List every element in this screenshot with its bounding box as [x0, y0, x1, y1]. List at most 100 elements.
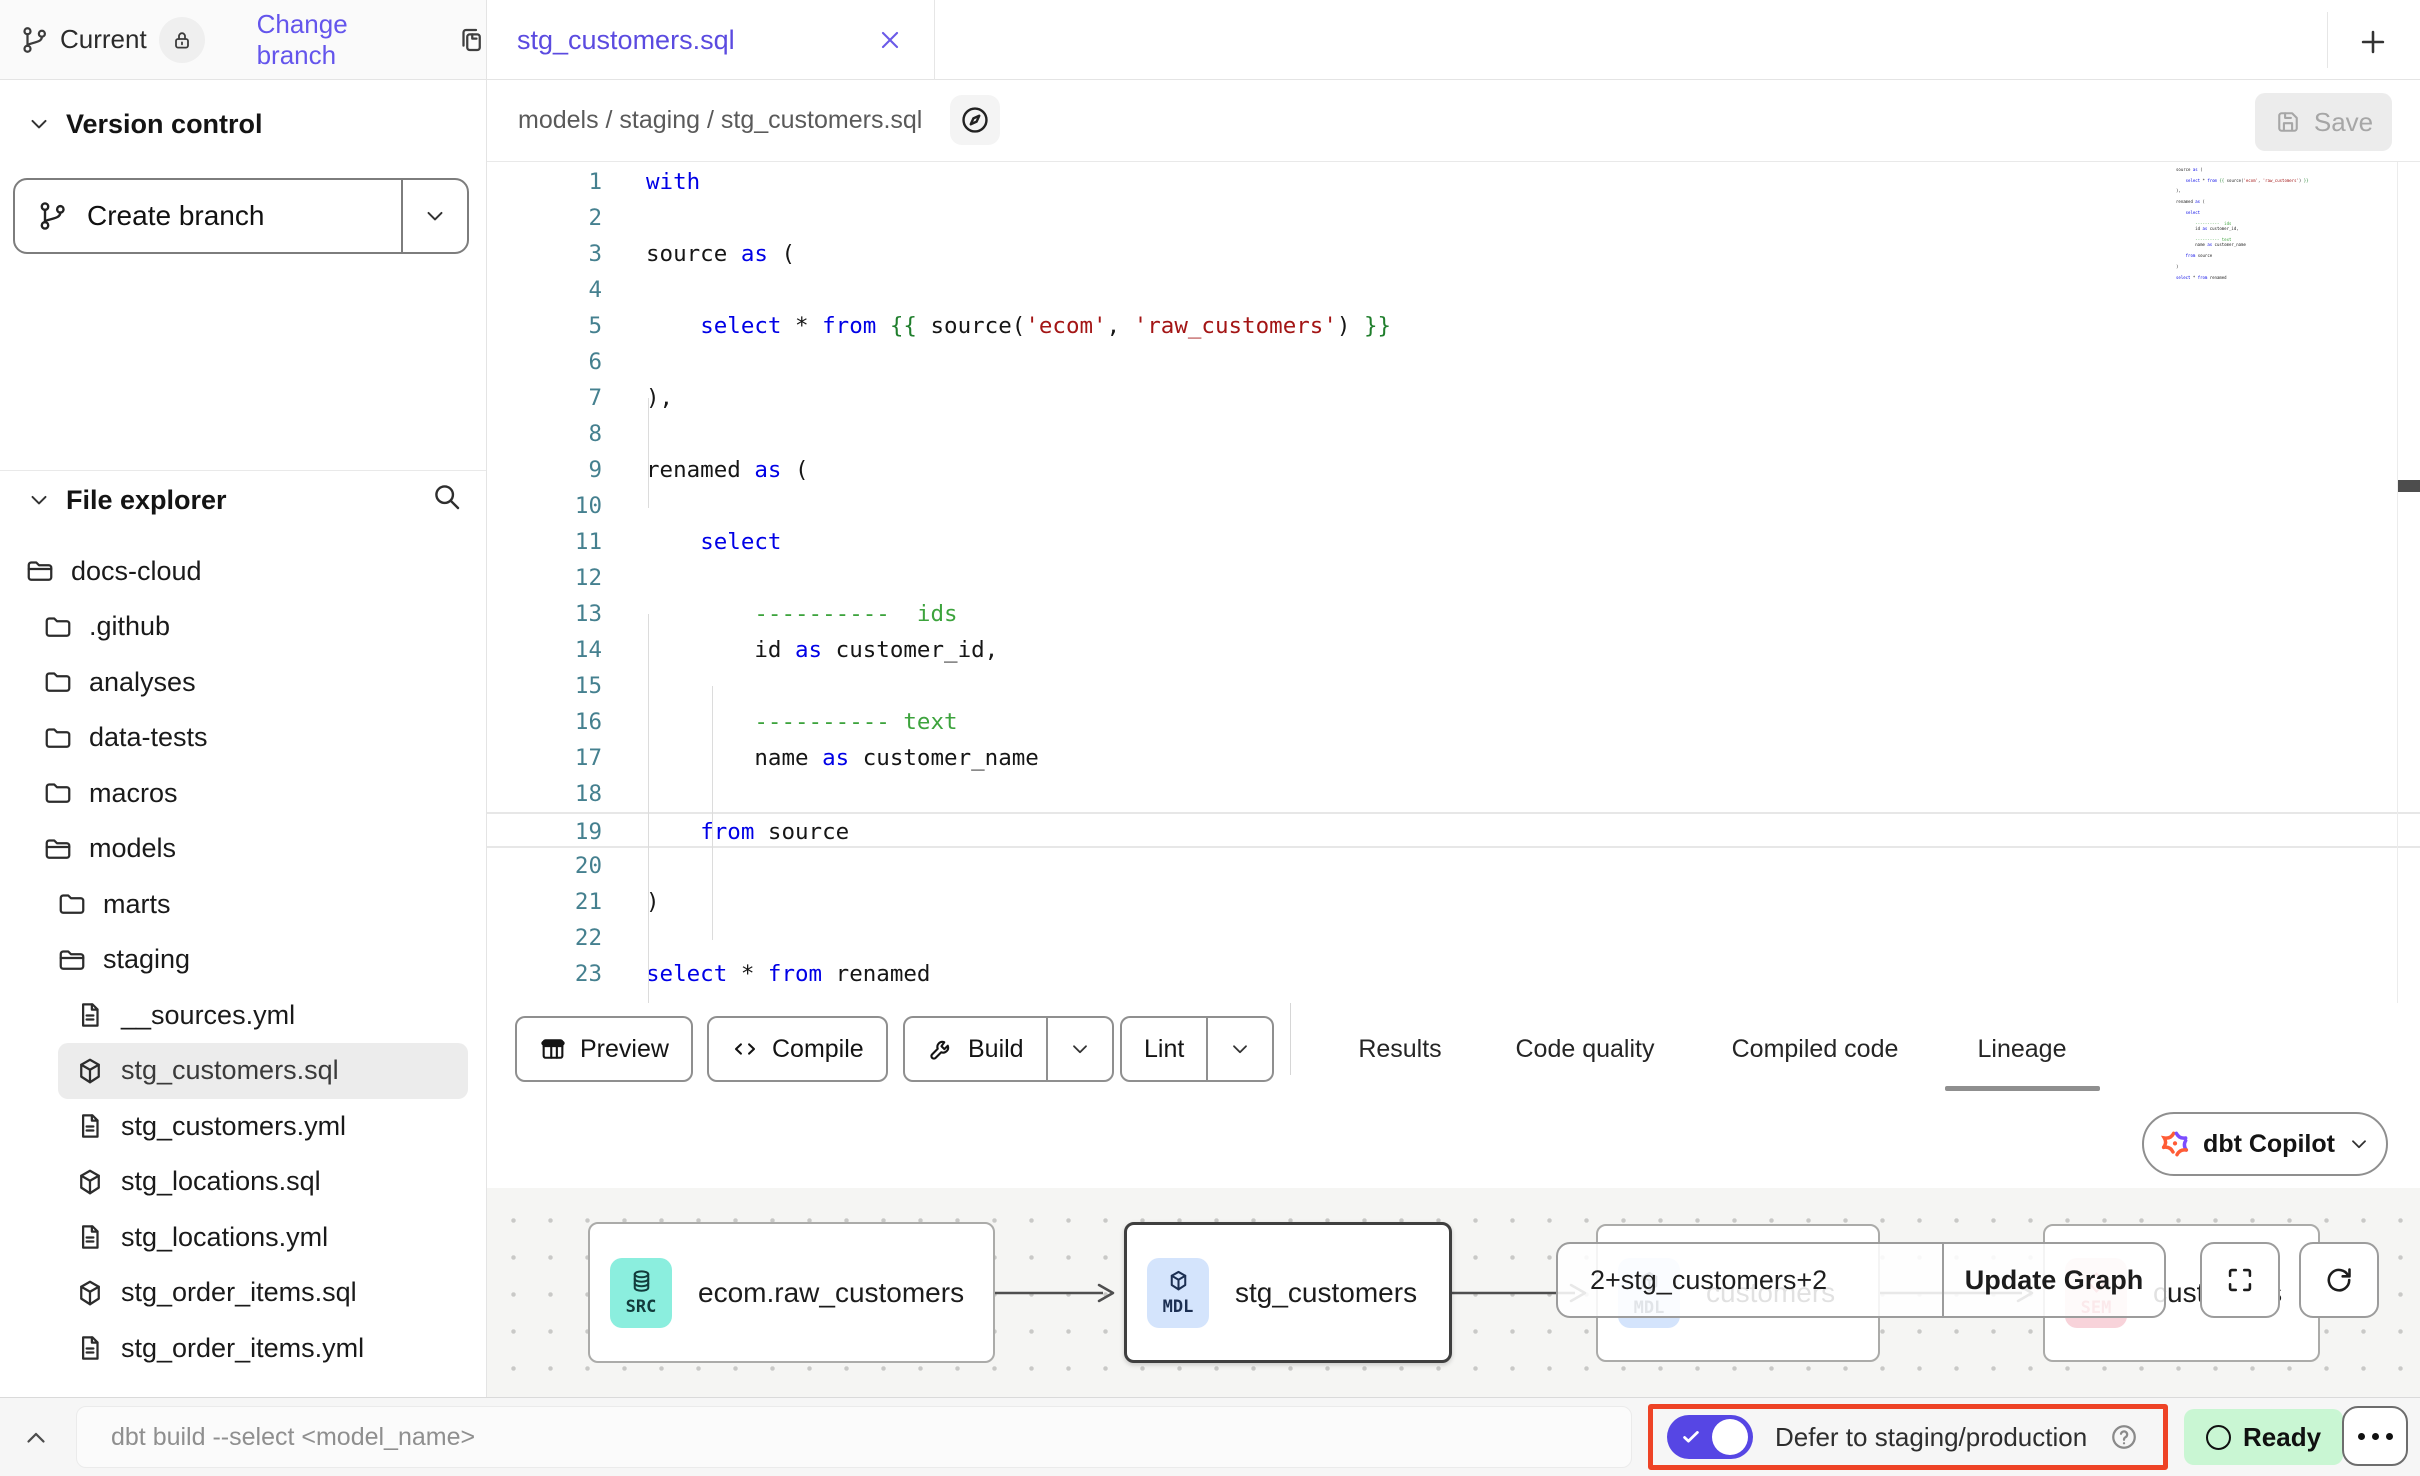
- create-branch-button[interactable]: Create branch: [13, 178, 469, 254]
- line-number: 18: [487, 776, 602, 812]
- dbt-copilot-logo-icon: [2159, 1128, 2191, 1160]
- compile-button[interactable]: Compile: [707, 1016, 888, 1082]
- file-explorer-header[interactable]: File explorer: [0, 478, 486, 522]
- defer-toggle[interactable]: [1667, 1415, 1753, 1459]
- folder-open-icon: [25, 556, 55, 586]
- help-icon[interactable]: [2109, 1422, 2139, 1452]
- code-line-5: 5 select * from {{ source('ecom', 'raw_c…: [487, 308, 2420, 344]
- database-icon: [628, 1268, 655, 1295]
- code-line-13: 13 ---------- ids: [487, 596, 2420, 632]
- folder-icon: [43, 778, 73, 808]
- build-dropdown[interactable]: [1046, 1018, 1112, 1080]
- indent-guide: [648, 398, 649, 508]
- lint-dropdown[interactable]: [1206, 1018, 1272, 1080]
- tree-item--github[interactable]: .github: [0, 602, 486, 652]
- line-number: 14: [487, 632, 602, 668]
- status-label: Ready: [2243, 1422, 2321, 1453]
- code-editor[interactable]: 1with23source as (45 select * from {{ so…: [487, 162, 2420, 1003]
- tree-item-data-tests[interactable]: data-tests: [0, 713, 486, 763]
- lineage-canvas[interactable]: SRCecom.raw_customersMDLstg_customersMDL…: [487, 1188, 2420, 1397]
- collapse-panel-button[interactable]: [16, 1418, 56, 1458]
- version-control-header[interactable]: Version control: [0, 102, 486, 146]
- tab-compiled-code[interactable]: Compiled code: [1732, 1003, 1899, 1096]
- save-button[interactable]: Save: [2255, 93, 2392, 151]
- tab-stg-customers-sql[interactable]: stg_customers.sql: [487, 0, 935, 80]
- tree-item-stg-order-items-yml[interactable]: stg_order_items.yml: [0, 1323, 486, 1373]
- line-number: 16: [487, 704, 602, 740]
- dbt-command-placeholder: dbt build --select <model_name>: [111, 1423, 475, 1452]
- tree-item-macros[interactable]: macros: [0, 768, 486, 818]
- tree-item-docs-cloud[interactable]: docs-cloud: [0, 546, 486, 596]
- file-search-icon[interactable]: [430, 480, 462, 512]
- line-number: 21: [487, 884, 602, 920]
- tab-results[interactable]: Results: [1358, 1003, 1441, 1096]
- code-line-17: 17 name as customer_name: [487, 740, 2420, 776]
- lock-icon: [170, 28, 194, 52]
- tree-item-models[interactable]: models: [0, 824, 486, 874]
- compiled-code-tab-label: Compiled code: [1732, 1035, 1899, 1064]
- tree-item-label: marts: [103, 889, 171, 920]
- dbt-copilot-button[interactable]: dbt Copilot: [2142, 1112, 2388, 1176]
- tree-item-marts[interactable]: marts: [0, 879, 486, 929]
- compass-icon: [959, 104, 991, 136]
- lineage-node-ecom-raw-customers[interactable]: SRCecom.raw_customers: [588, 1222, 995, 1363]
- tree-item-analyses[interactable]: analyses: [0, 657, 486, 707]
- new-tab-button[interactable]: [2349, 18, 2397, 66]
- refresh-graph-button[interactable]: [2299, 1242, 2379, 1318]
- tab-lineage[interactable]: Lineage: [1978, 1003, 2067, 1096]
- wrench-icon: [927, 1035, 955, 1063]
- code-line-10: 10: [487, 488, 2420, 524]
- lineage-graph-controls: 2+stg_customers+2 Update Graph: [1556, 1242, 2166, 1318]
- fullscreen-button[interactable]: [2200, 1242, 2280, 1318]
- tree-item-staging[interactable]: staging: [0, 935, 486, 985]
- copy-branch-icon[interactable]: [456, 25, 486, 55]
- status-badge: Ready: [2184, 1409, 2343, 1465]
- tab-code-quality[interactable]: Code quality: [1516, 1003, 1655, 1096]
- code-line-18: 18: [487, 776, 2420, 812]
- version-control-title: Version control: [66, 109, 263, 140]
- lineage-node-stg-customers[interactable]: MDLstg_customers: [1124, 1222, 1452, 1363]
- tree-item-stg-locations-sql[interactable]: stg_locations.sql: [0, 1157, 486, 1207]
- lint-button[interactable]: Lint: [1120, 1016, 1274, 1082]
- file-icon: [75, 1333, 105, 1363]
- code-line-11: 11 select: [487, 524, 2420, 560]
- code-line-6: 6: [487, 344, 2420, 380]
- copilot-compass-button[interactable]: [950, 95, 1000, 145]
- indent-guide: [712, 686, 713, 940]
- editor-minimap[interactable]: withsource as ( select * from {{ source(…: [2176, 162, 2406, 280]
- node-label: ecom.raw_customers: [698, 1277, 964, 1309]
- toolbar-divider: [1290, 1003, 1291, 1075]
- code-line-3: 3source as (: [487, 236, 2420, 272]
- build-label: Build: [968, 1035, 1024, 1064]
- code-line-16: 16 ---------- text: [487, 704, 2420, 740]
- tree-item-stg-customers-sql[interactable]: stg_customers.sql: [0, 1046, 486, 1096]
- status-bar: dbt build --select <model_name> Defer to…: [0, 1397, 2420, 1476]
- code-line-15: 15: [487, 668, 2420, 704]
- dbt-ide-window: Current Change branch stg_customers.sql …: [0, 0, 2420, 1476]
- git-branch-icon: [37, 200, 69, 232]
- change-branch-link[interactable]: Change branch: [257, 9, 434, 71]
- refresh-icon: [2322, 1263, 2356, 1297]
- tree-item-label: stg_locations.sql: [121, 1166, 321, 1197]
- preview-button[interactable]: Preview: [515, 1016, 693, 1082]
- dbt-command-input[interactable]: dbt build --select <model_name>: [76, 1406, 1632, 1468]
- toggle-knob: [1712, 1419, 1748, 1455]
- tab-close-icon[interactable]: [876, 26, 904, 54]
- action-toolbar: Preview Compile Build Lint Results Code …: [487, 1003, 2420, 1096]
- more-options-button[interactable]: [2342, 1406, 2408, 1466]
- tree-item-stg-customers-yml[interactable]: stg_customers.yml: [0, 1101, 486, 1151]
- node-label: stg_customers: [1235, 1277, 1417, 1309]
- create-branch-dropdown[interactable]: [401, 180, 467, 252]
- tree-item--sources-yml[interactable]: __sources.yml: [0, 990, 486, 1040]
- tree-item-label: docs-cloud: [71, 556, 202, 587]
- line-number: 17: [487, 740, 602, 776]
- tree-item-stg-order-items-sql[interactable]: stg_order_items.sql: [0, 1268, 486, 1318]
- save-icon: [2274, 108, 2302, 136]
- code-line-21: 21): [487, 884, 2420, 920]
- code-line-22: 22: [487, 920, 2420, 956]
- tree-item-stg-locations-yml[interactable]: stg_locations.yml: [0, 1212, 486, 1262]
- build-button[interactable]: Build: [903, 1016, 1114, 1082]
- line-number: 15: [487, 668, 602, 704]
- update-graph-button[interactable]: Update Graph: [1942, 1244, 2164, 1316]
- lineage-selector-input[interactable]: 2+stg_customers+2: [1558, 1244, 1942, 1316]
